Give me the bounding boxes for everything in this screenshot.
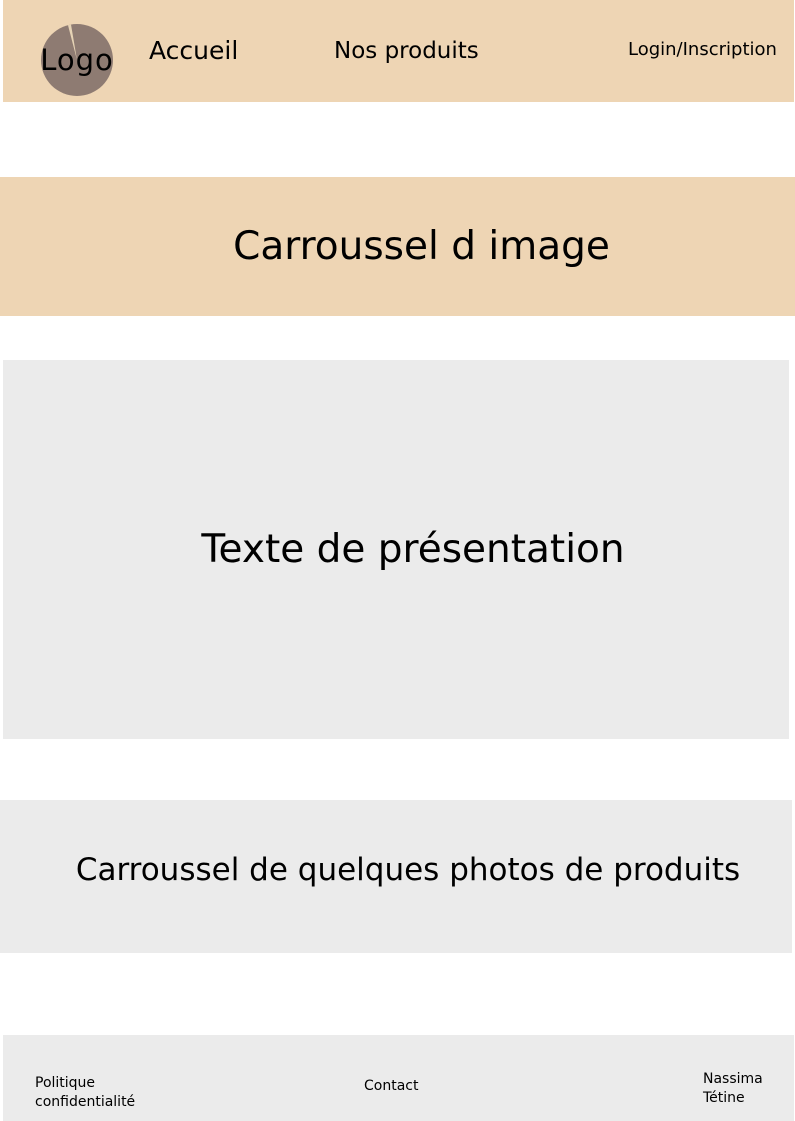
footer-author: Nassima Tétine: [703, 1070, 763, 1108]
presentation-text: Texte de présentation: [201, 527, 625, 572]
presentation-text-section: Texte de présentation: [3, 360, 789, 739]
image-carousel[interactable]: Carroussel d image: [0, 177, 795, 316]
nav-login-inscription[interactable]: Login/Inscription: [628, 39, 777, 61]
nav-accueil[interactable]: Accueil: [149, 36, 238, 66]
footer-privacy-policy-link[interactable]: Politique confidentialité: [35, 1074, 135, 1112]
logo[interactable]: Logo: [27, 24, 127, 96]
product-photos-carousel-label: Carroussel de quelques photos de produit…: [75, 851, 741, 888]
footer-contact-link[interactable]: Contact: [364, 1077, 418, 1096]
image-carousel-label: Carroussel d image: [233, 224, 610, 269]
logo-text: Logo: [40, 43, 114, 77]
footer-author-line-1: Nassima: [703, 1071, 763, 1087]
footer-privacy-line-2: confidentialité: [35, 1094, 136, 1110]
nav-nos-produits[interactable]: Nos produits: [334, 37, 479, 65]
footer-author-line-2: Tétine: [703, 1090, 745, 1106]
site-footer: Politique confidentialité Contact Nassim…: [3, 1035, 794, 1121]
product-photos-carousel[interactable]: Carroussel de quelques photos de produit…: [0, 800, 792, 953]
footer-privacy-line-1: Politique: [35, 1075, 96, 1091]
site-header: Logo Accueil Nos produits Login/Inscript…: [3, 0, 794, 102]
